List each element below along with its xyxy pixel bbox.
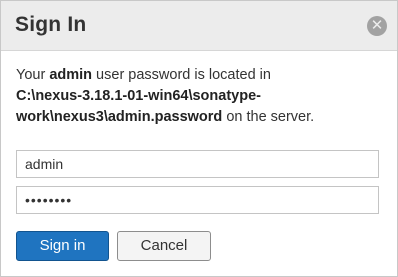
username-input[interactable] — [16, 150, 379, 178]
message-prefix: Your — [16, 67, 50, 83]
message-middle: user password is located in — [92, 67, 271, 83]
message-suffix: on the server. — [222, 109, 315, 125]
message-user: admin — [49, 67, 93, 83]
dialog-header: Sign In ✕ — [1, 1, 397, 51]
dialog-title: Sign In — [15, 13, 87, 36]
sign-in-dialog: Sign In ✕ Your admin user password is lo… — [0, 0, 398, 277]
cancel-button[interactable]: Cancel — [117, 231, 211, 261]
sign-in-button[interactable]: Sign in — [16, 231, 109, 261]
close-icon[interactable]: ✕ — [367, 16, 387, 36]
password-input[interactable] — [16, 186, 379, 214]
password-location-message: Your admin user password is located in C:… — [16, 65, 386, 128]
